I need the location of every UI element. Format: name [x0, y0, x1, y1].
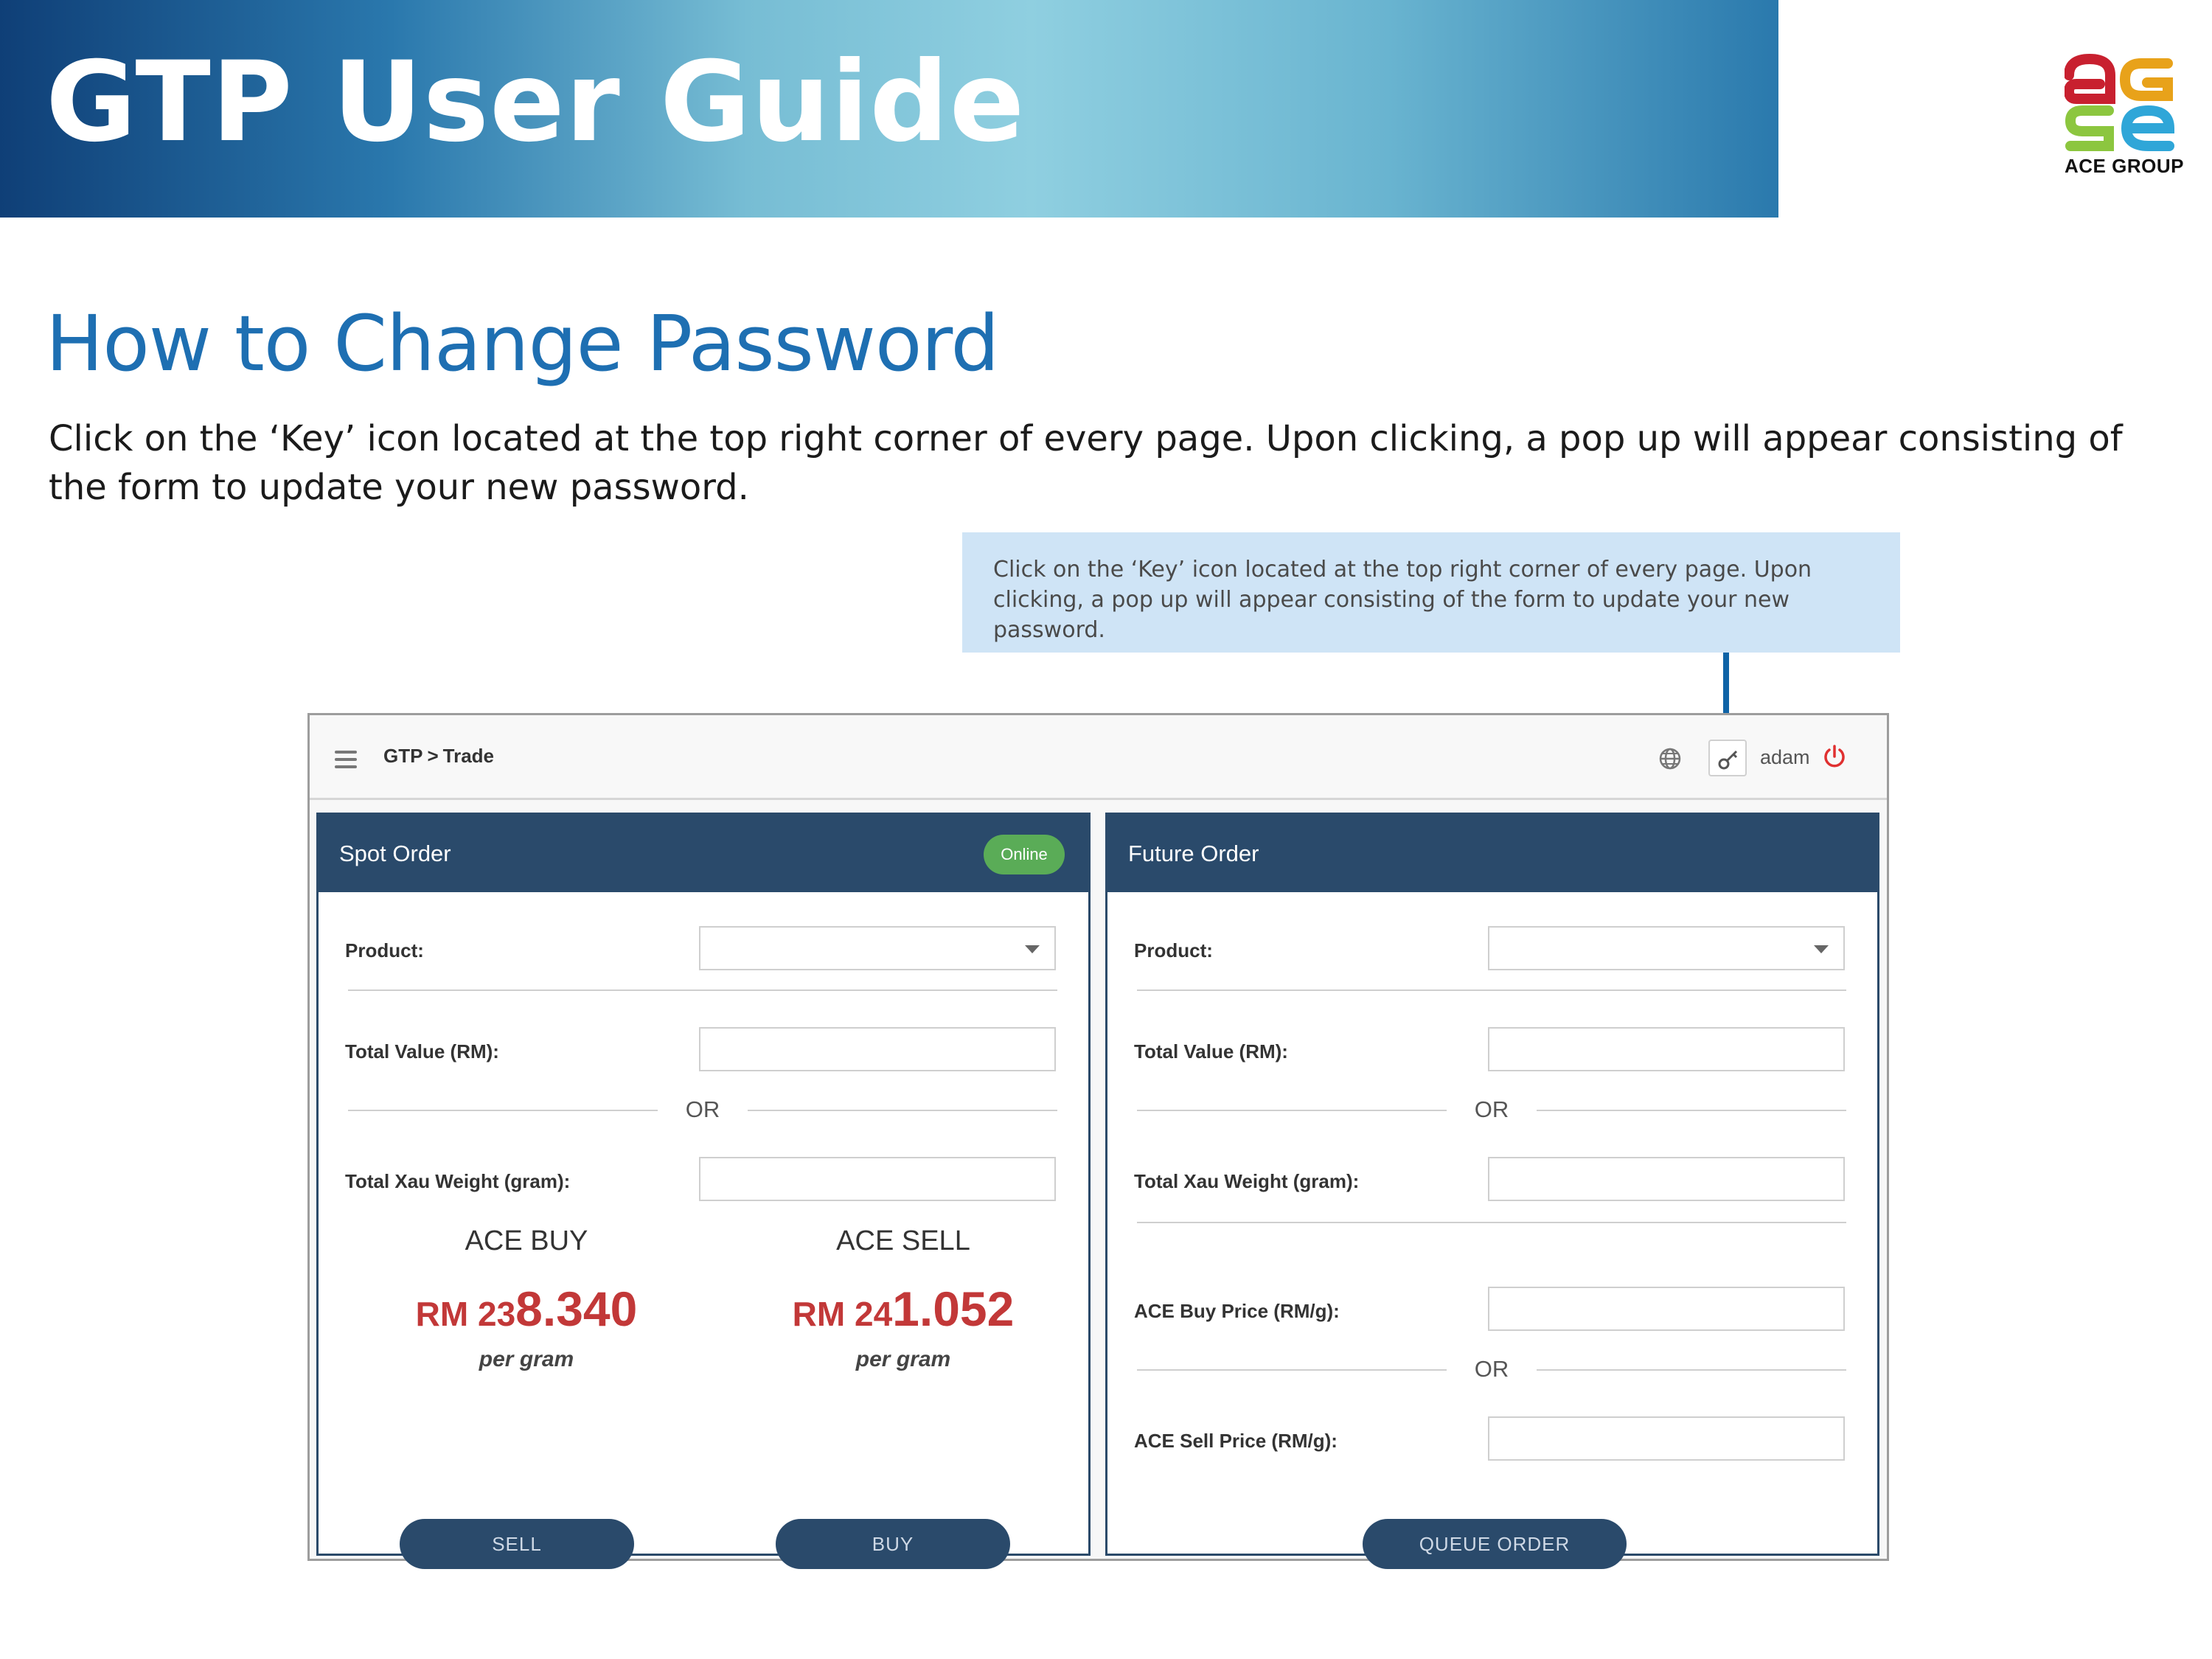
- divider: [1137, 1222, 1846, 1223]
- globe-icon[interactable]: [1658, 747, 1682, 771]
- xau-weight-input[interactable]: [1488, 1157, 1845, 1201]
- total-value-label: Total Value (RM):: [345, 1040, 499, 1062]
- page-heading: How to Change Password: [46, 299, 999, 389]
- breadcrumb-root[interactable]: GTP: [383, 745, 422, 767]
- callout-text: Click on the ‘Key’ icon located at the t…: [993, 557, 1812, 643]
- ace-buy-label: ACE BUY: [465, 1225, 588, 1256]
- xau-weight-label: Total Xau Weight (gram):: [1134, 1170, 1360, 1192]
- or-separator: OR: [1137, 1355, 1846, 1385]
- spot-order-panel: Spot Order Online Product: Total Value (…: [316, 813, 1091, 1569]
- username[interactable]: adam: [1760, 746, 1810, 769]
- ace-sell-label: ACE SELL: [836, 1225, 970, 1256]
- future-order-panel: Future Order Product: Total Value (RM): …: [1105, 813, 1879, 1569]
- total-value-label: Total Value (RM):: [1134, 1040, 1288, 1062]
- ace-sell-price-input[interactable]: [1488, 1416, 1845, 1461]
- product-label: Product:: [345, 939, 424, 961]
- ace-buy-price-label: ACE Buy Price (RM/g):: [1134, 1300, 1340, 1322]
- future-order-title: Future Order: [1128, 841, 1259, 866]
- total-value-input[interactable]: [1488, 1027, 1845, 1071]
- breadcrumb-current: Trade: [442, 745, 495, 767]
- hamburger-icon[interactable]: [335, 751, 357, 768]
- online-status-badge: Online: [984, 835, 1065, 874]
- change-password-button[interactable]: [1708, 740, 1747, 776]
- or-separator: OR: [348, 1096, 1057, 1125]
- ace-sell-price: RM 241.052: [756, 1281, 1051, 1337]
- ace-buy-unit: per gram: [479, 1347, 574, 1371]
- intro-text: Click on the ‘Key’ icon located at the t…: [49, 418, 2123, 508]
- breadcrumb: GTP > Trade: [383, 745, 494, 768]
- sell-button[interactable]: SELL: [400, 1519, 634, 1569]
- ace-sell-price-value: 1.052: [892, 1281, 1015, 1336]
- or-separator: OR: [1137, 1096, 1846, 1125]
- xau-weight-label: Total Xau Weight (gram):: [345, 1170, 571, 1192]
- product-select[interactable]: [699, 926, 1056, 970]
- ace-buy-price: RM 238.340: [379, 1281, 674, 1337]
- queue-order-button[interactable]: QUEUE ORDER: [1363, 1519, 1627, 1569]
- ace-sell-price-block: ACE SELL RM 241.052 per gram: [756, 1225, 1051, 1372]
- divider: [348, 990, 1057, 991]
- ace-buy-price-value: 8.340: [515, 1281, 638, 1336]
- ace-buy-price-prefix: RM 23: [415, 1295, 516, 1333]
- buy-button[interactable]: BUY: [776, 1519, 1010, 1569]
- ace-buy-price-block: ACE BUY RM 238.340 per gram: [379, 1225, 674, 1372]
- divider: [1137, 990, 1846, 991]
- chevron-down-icon: [1025, 945, 1040, 953]
- app-screenshot: GTP > Trade adam Spot Order Online Produ…: [307, 713, 1889, 1569]
- key-icon: [1718, 750, 1738, 770]
- ace-group-logo: ACE GROUP: [2063, 53, 2183, 178]
- chevron-down-icon: [1814, 945, 1829, 953]
- ace-sell-price-label: ACE Sell Price (RM/g):: [1134, 1430, 1338, 1452]
- spot-order-header: Spot Order Online: [319, 815, 1088, 892]
- ace-group-logo-mark: [2063, 53, 2175, 151]
- callout-box: Click on the ‘Key’ icon located at the t…: [962, 532, 1900, 653]
- product-label: Product:: [1134, 939, 1213, 961]
- ace-buy-price-input[interactable]: [1488, 1287, 1845, 1331]
- ace-sell-unit: per gram: [855, 1347, 951, 1371]
- breadcrumb-separator: >: [427, 745, 439, 767]
- power-icon[interactable]: [1821, 743, 1848, 770]
- xau-weight-input[interactable]: [699, 1157, 1056, 1201]
- header-banner: GTP User Guide: [0, 0, 1778, 218]
- app-topbar: GTP > Trade adam: [310, 715, 1887, 800]
- total-value-input[interactable]: [699, 1027, 1056, 1071]
- guide-title: GTP User Guide: [46, 38, 1026, 167]
- future-order-header: Future Order: [1107, 815, 1877, 892]
- logo-text: ACE GROUP: [2065, 155, 2184, 177]
- ace-sell-price-prefix: RM 24: [792, 1295, 893, 1333]
- spot-order-title: Spot Order: [339, 841, 451, 866]
- product-select[interactable]: [1488, 926, 1845, 970]
